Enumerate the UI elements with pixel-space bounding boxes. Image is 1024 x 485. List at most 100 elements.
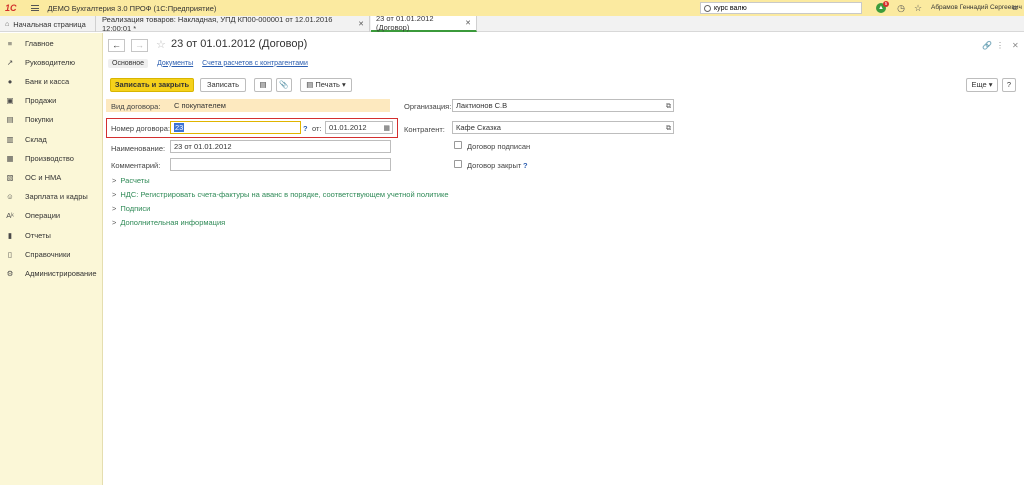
sidebar-item-bank[interactable]: ● Банк и касса — [0, 73, 103, 90]
print-button[interactable]: ▤ Печать ▾ — [300, 78, 352, 92]
sidebar-item-assets[interactable]: ▧ ОС и НМА — [0, 169, 103, 186]
closed-label: Договор закрыт — [467, 161, 522, 170]
contragent-label: Контрагент: — [404, 125, 445, 134]
contract-type-field[interactable]: С покупателем — [170, 99, 390, 112]
date-label: от: — [312, 124, 322, 133]
favorites-icon[interactable]: ☆ — [913, 3, 923, 13]
search-box[interactable] — [700, 2, 862, 14]
date-field[interactable]: 01.01.2012 ▦ — [325, 121, 393, 134]
help-button[interactable]: ? — [1002, 78, 1016, 92]
people-icon: ☺ — [6, 192, 14, 201]
help-question-icon[interactable]: ? — [523, 161, 528, 170]
group-label: Дополнительная информация — [120, 218, 226, 227]
sidebar-item-label: Справочники — [25, 250, 71, 259]
factory-icon: ▦ — [6, 154, 14, 163]
tab-home-label: Начальная страница — [13, 19, 86, 29]
form-subtabs: Основное Документы Счета расчетов с конт… — [108, 57, 317, 69]
coin-icon: ● — [7, 77, 13, 86]
group-settlements[interactable]: > Расчеты — [112, 176, 150, 185]
favorite-star-icon[interactable]: ☆ — [156, 38, 166, 51]
back-button[interactable]: ← — [108, 39, 125, 52]
organization-value: Лактионов С.В — [456, 101, 508, 110]
main-menu-icon[interactable] — [30, 5, 39, 11]
contract-number-field[interactable]: 23 — [170, 121, 301, 134]
title-bar: 1С ДЕМО Бухгалтерия 3.0 ПРОФ (1С:Предпри… — [0, 0, 1024, 16]
menu-icon: ≡ — [7, 39, 13, 48]
settings-menu-icon[interactable]: ≡ — [1010, 3, 1020, 13]
close-icon[interactable]: ✕ — [1012, 41, 1019, 50]
chevron-right-icon: > — [112, 204, 117, 213]
comment-field[interactable] — [170, 158, 391, 171]
tab-home[interactable]: ⌂ Начальная страница — [0, 16, 96, 32]
close-icon[interactable]: ✕ — [465, 19, 471, 27]
sidebar-item-purchases[interactable]: ▤ Покупки — [0, 111, 103, 128]
tab-documents[interactable]: Документы — [157, 60, 193, 67]
group-signatures[interactable]: > Подписи — [112, 204, 150, 213]
open-link-icon[interactable]: ⧉ — [666, 101, 671, 112]
organization-label: Организация: — [404, 102, 452, 111]
contragent-value: Кафе Сказка — [456, 123, 501, 132]
sidebar-item-operations[interactable]: Аᵏ Операции — [0, 207, 103, 224]
contract-number-value: 23 — [174, 123, 185, 132]
gear-icon: ⚙ — [6, 269, 14, 278]
attach-icon-button[interactable]: 📎 — [276, 78, 292, 92]
sidebar-item-sales[interactable]: ▣ Продажи — [0, 92, 103, 109]
sidebar-item-production[interactable]: ▦ Производство — [0, 150, 103, 167]
book-icon: ▯ — [7, 250, 13, 259]
group-label: Расчеты — [120, 176, 150, 185]
sidebar-item-warehouse[interactable]: ▥ Склад — [0, 131, 103, 148]
more-button[interactable]: Еще ▾ — [966, 78, 998, 92]
signed-checkbox[interactable] — [454, 141, 462, 149]
sidebar: ≡ Главное ↗ Руководителю ● Банк и касса ▣ Пр… — [0, 33, 103, 485]
tab-contract[interactable]: 23 от 01.01.2012 (Договор) ✕ — [371, 14, 477, 32]
chevron-down-icon: ▾ — [339, 80, 346, 89]
sidebar-item-reports[interactable]: ▮ Отчеты — [0, 227, 103, 244]
chevron-right-icon: > — [112, 190, 117, 199]
history-icon[interactable]: ◷ — [896, 3, 906, 13]
forward-button[interactable]: → — [131, 39, 148, 52]
user-name[interactable]: Абрамов Геннадий Сергеевич — [931, 4, 1022, 11]
tab-main[interactable]: Основное — [108, 58, 149, 68]
more-actions-icon[interactable]: ⋮ — [996, 41, 1004, 50]
chevron-right-icon: > — [112, 218, 117, 227]
chevron-down-icon: ▾ — [986, 80, 993, 89]
printer-icon: ▤ — [306, 80, 316, 89]
sidebar-item-label: Операции — [25, 211, 61, 220]
tab-contract-label: 23 от 01.01.2012 (Договор) — [376, 14, 434, 32]
search-icon — [704, 4, 711, 12]
group-vat[interactable]: > НДС: Регистрировать счета-фактуры на ав… — [112, 190, 449, 199]
help-question-icon[interactable]: ? — [303, 124, 308, 133]
truck-icon: ▧ — [6, 173, 14, 182]
open-windows-bar: ⌂ Начальная страница Реализация товаров:… — [0, 14, 1024, 33]
sidebar-item-label: Администрирование — [25, 269, 97, 278]
sidebar-item-label: Зарплата и кадры — [25, 192, 88, 201]
contragent-field[interactable]: Кафе Сказка ⧉ — [452, 121, 674, 134]
name-field[interactable]: 23 от 01.01.2012 — [170, 140, 391, 153]
sidebar-item-label: Продажи — [25, 96, 57, 105]
home-icon: ⌂ — [5, 20, 10, 28]
calendar-icon[interactable]: ▦ — [383, 123, 390, 134]
chart-icon: ↗ — [6, 58, 14, 67]
sidebar-item-label: Руководителю — [25, 58, 76, 67]
page-title: 23 от 01.01.2012 (Договор) — [171, 38, 308, 50]
sidebar-item-main[interactable]: ≡ Главное — [0, 35, 103, 52]
sidebar-item-admin[interactable]: ⚙ Администрирование — [0, 265, 103, 282]
sidebar-item-manager[interactable]: ↗ Руководителю — [0, 54, 103, 71]
sidebar-item-payroll[interactable]: ☺ Зарплата и кадры — [0, 188, 103, 205]
document-icon-button[interactable]: ▤ — [254, 78, 272, 92]
group-additional-info[interactable]: > Дополнительная информация — [112, 218, 225, 227]
save-and-close-button[interactable]: Записать и закрыть — [110, 78, 194, 92]
sidebar-item-catalogs[interactable]: ▯ Справочники — [0, 246, 103, 263]
sidebar-item-label: Главное — [25, 39, 54, 48]
tab-sales-document[interactable]: Реализация товаров: Накладная, УПД КП00-… — [97, 15, 370, 33]
closed-checkbox[interactable] — [454, 160, 462, 168]
search-input[interactable] — [714, 4, 854, 12]
open-link-icon[interactable]: ⧉ — [666, 123, 671, 134]
organization-field[interactable]: Лактионов С.В ⧉ — [452, 99, 674, 112]
close-icon[interactable]: ✕ — [358, 20, 364, 28]
link-icon[interactable]: 🔗 — [982, 41, 992, 50]
tab-accounts[interactable]: Счета расчетов с контрагентами — [202, 60, 308, 67]
save-button[interactable]: Записать — [200, 78, 246, 92]
sidebar-item-label: ОС и НМА — [25, 173, 62, 182]
contract-number-label: Номер договора: — [111, 124, 170, 133]
